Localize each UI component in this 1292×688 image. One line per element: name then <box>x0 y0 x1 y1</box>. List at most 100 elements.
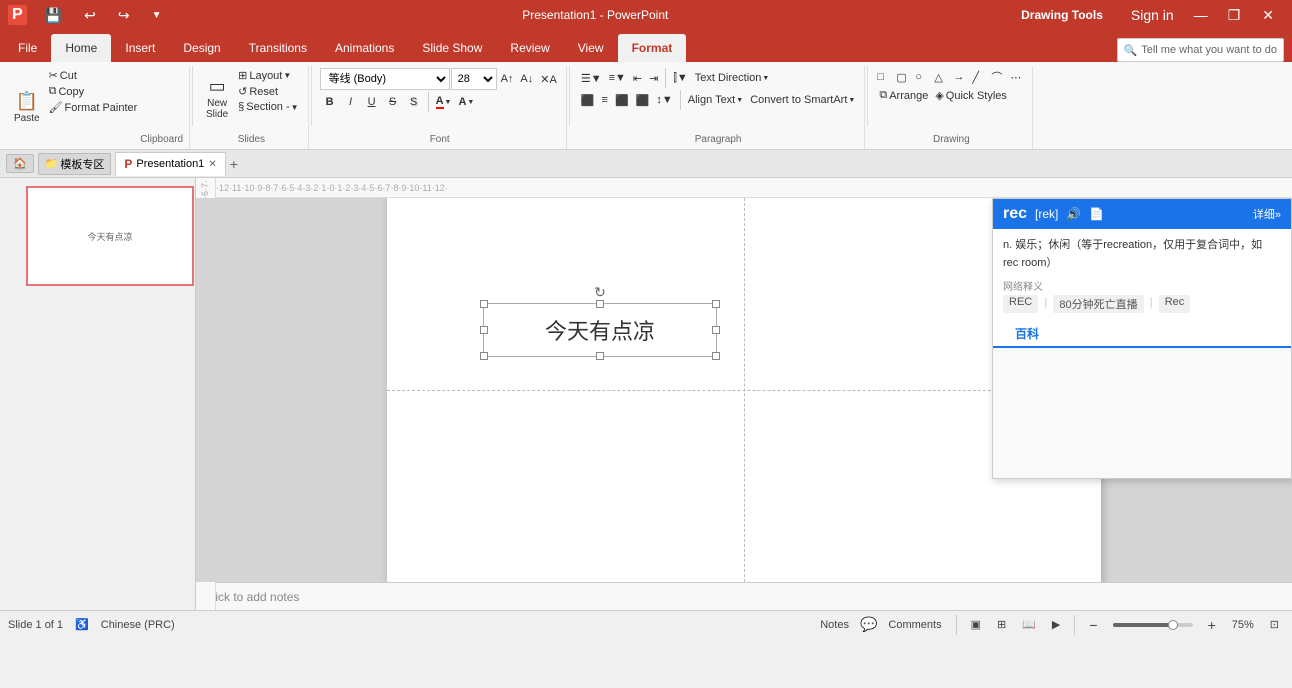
decrease-font-button[interactable]: A↓ <box>517 72 536 86</box>
layout-button[interactable]: ⊞ Layout ▼ <box>235 68 301 83</box>
increase-font-button[interactable]: A↑ <box>498 72 517 86</box>
shape-line-btn[interactable]: ╱ <box>971 68 989 86</box>
tab-design[interactable]: Design <box>169 34 234 62</box>
bold-button[interactable]: B <box>320 95 340 109</box>
signin-button[interactable]: Sign in <box>1123 5 1182 25</box>
slide-sorter-button[interactable]: ⊞ <box>992 616 1011 633</box>
paste-button[interactable]: 📋 Paste <box>10 68 44 147</box>
shape-round-rect-btn[interactable]: ▢ <box>895 68 913 86</box>
handle-top-left[interactable] <box>480 300 488 308</box>
tab-slideshow[interactable]: Slide Show <box>408 34 496 62</box>
slide-thumbnail[interactable]: 今天有点凉 <box>26 186 194 286</box>
align-left-button[interactable]: ⬛ <box>578 93 598 108</box>
template-zone-button[interactable]: 📁 模板专区 <box>38 153 112 175</box>
rotate-handle[interactable]: ↻ <box>594 284 606 301</box>
copy-button[interactable]: ⧉ Copy <box>46 84 141 99</box>
handle-bottom-right[interactable] <box>712 352 720 360</box>
zoom-thumb[interactable] <box>1168 620 1178 630</box>
zoom-in-button[interactable]: + <box>1203 615 1221 635</box>
undo-icon[interactable]: ↩ <box>76 5 104 26</box>
format-painter-button[interactable]: 🖌 Format Painter <box>46 100 141 115</box>
normal-view-button[interactable]: ▣ <box>966 616 986 633</box>
canvas-area[interactable]: ↻ 今天有点凉 <box>196 198 1292 582</box>
dict-copy-button[interactable]: 📄 <box>1089 207 1104 221</box>
align-center-button[interactable]: ≡ <box>599 93 611 107</box>
dict-header: rec [rek] 🔊 📄 详细» <box>993 199 1291 229</box>
align-right-button[interactable]: ⬛ <box>612 93 632 108</box>
strikethrough-button[interactable]: S <box>383 95 403 109</box>
zoom-level[interactable]: 75% <box>1227 617 1259 633</box>
save-icon[interactable]: 💾 <box>37 5 70 26</box>
justify-button[interactable]: ⬛ <box>633 93 653 108</box>
add-tab-button[interactable]: + <box>230 156 238 172</box>
new-slide-button[interactable]: ▭ New Slide <box>201 68 233 128</box>
numbered-list-button[interactable]: ≡▼ <box>606 71 629 85</box>
font-name-select[interactable]: 等线 (Body) <box>320 68 450 90</box>
handle-mid-right[interactable] <box>712 326 720 334</box>
cut-button[interactable]: ✂ Cut <box>46 68 141 83</box>
reading-view-button[interactable]: 📖 <box>1017 616 1041 633</box>
presentation-tab[interactable]: P Presentation1 ✕ <box>115 152 225 176</box>
quick-styles-button[interactable]: ◈ Quick Styles <box>932 88 1010 103</box>
close-tab-icon[interactable]: ✕ <box>208 159 216 170</box>
shapes-more-btn[interactable]: ⋯ <box>1009 68 1027 86</box>
shape-circle-btn[interactable]: ○ <box>914 68 932 86</box>
shape-arrow-btn[interactable]: → <box>952 68 970 86</box>
handle-top-mid[interactable] <box>596 300 604 308</box>
text-direction-button[interactable]: Text Direction ▼ <box>692 71 773 85</box>
tab-home[interactable]: Home <box>51 34 111 62</box>
handle-bottom-left[interactable] <box>480 352 488 360</box>
highlight-button[interactable]: A ▼ <box>455 95 477 109</box>
columns-button[interactable]: ⫿▼ <box>670 71 690 86</box>
dict-phonetic: [rek] <box>1035 207 1058 221</box>
notes-button[interactable]: Notes <box>815 617 854 633</box>
handle-mid-left[interactable] <box>480 326 488 334</box>
shape-triangle-btn[interactable]: △ <box>933 68 951 86</box>
shape-curve-btn[interactable]: ⌒ <box>990 68 1008 86</box>
tab-view[interactable]: View <box>564 34 618 62</box>
shape-rect-btn[interactable]: □ <box>876 68 894 86</box>
tab-file[interactable]: File <box>4 34 51 62</box>
handle-bottom-mid[interactable] <box>596 352 604 360</box>
align-text-button[interactable]: Align Text ▼ <box>685 93 746 107</box>
customize-icon[interactable]: ▼ <box>144 8 170 23</box>
line-spacing-button[interactable]: ↕▼ <box>653 93 675 107</box>
section-button[interactable]: § Section - ▼ <box>235 100 301 114</box>
handle-top-right[interactable] <box>712 300 720 308</box>
font-color-button[interactable]: A ▼ <box>433 94 455 110</box>
tab-insert[interactable]: Insert <box>111 34 169 62</box>
zoom-slider[interactable] <box>1113 623 1193 627</box>
italic-button[interactable]: I <box>341 95 361 109</box>
tell-me-input[interactable]: 🔍 Tell me what you want to do <box>1117 38 1284 62</box>
restore-button[interactable]: ❐ <box>1220 5 1249 26</box>
dict-more-button[interactable]: 详细» <box>1253 206 1281 222</box>
dict-tab-bing[interactable] <box>1051 321 1075 348</box>
underline-button[interactable]: U <box>362 95 382 109</box>
fit-slide-button[interactable]: ⊡ <box>1265 616 1284 633</box>
arrange-button[interactable]: ⧉ Arrange <box>876 88 931 103</box>
decrease-indent-button[interactable]: ⇤ <box>630 71 645 86</box>
home-folder-button[interactable]: 🏠 <box>6 154 34 173</box>
tab-format[interactable]: Format <box>618 34 687 62</box>
font-size-select[interactable]: 28 <box>451 68 497 90</box>
redo-icon[interactable]: ↪ <box>110 5 138 26</box>
notes-bar[interactable]: Click to add notes <box>196 582 1292 610</box>
tab-transitions[interactable]: Transitions <box>235 34 321 62</box>
zoom-out-button[interactable]: − <box>1084 615 1102 635</box>
convert-smartart-button[interactable]: Convert to SmartArt ▼ <box>747 93 858 107</box>
shadow-button[interactable]: S <box>404 95 424 109</box>
text-box[interactable]: ↻ 今天有点凉 <box>483 303 717 357</box>
bullet-list-button[interactable]: ☰▼ <box>578 71 605 86</box>
close-button[interactable]: ✕ <box>1252 5 1284 26</box>
reset-button[interactable]: ↺ Reset <box>235 84 301 99</box>
tab-review[interactable]: Review <box>496 34 563 62</box>
dict-speak-button[interactable]: 🔊 <box>1066 207 1081 221</box>
tab-animations[interactable]: Animations <box>321 34 408 62</box>
clear-format-button[interactable]: ✕A <box>537 72 560 87</box>
slideshow-button[interactable]: ▶ <box>1047 616 1065 633</box>
minimize-button[interactable]: — <box>1186 5 1216 25</box>
increase-indent-button[interactable]: ⇥ <box>646 71 661 86</box>
accessibility-icon[interactable]: ♿ <box>75 618 89 631</box>
dict-tab-baike[interactable]: 百科 <box>1003 321 1051 348</box>
comments-button[interactable]: Comments <box>883 617 946 633</box>
